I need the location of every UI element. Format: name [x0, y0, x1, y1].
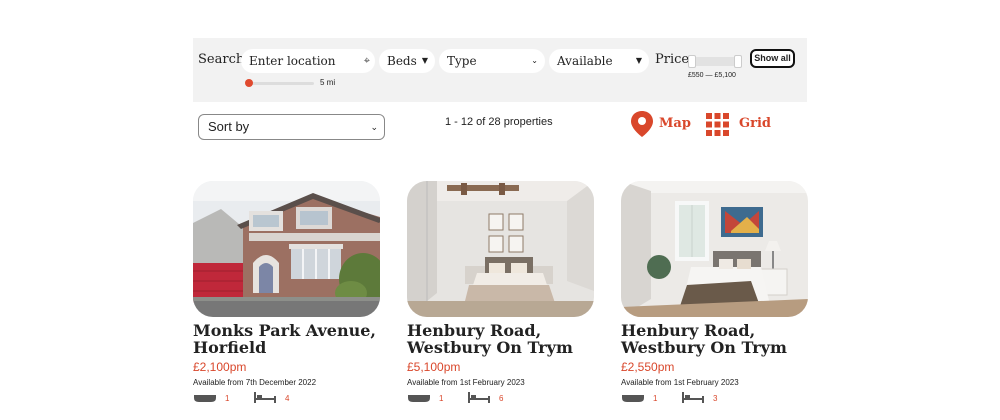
property-availability: Available from 1st February 2023	[407, 378, 525, 387]
grid-icon	[706, 113, 729, 136]
search-label: Search	[198, 52, 245, 67]
bedroom-count: 6	[499, 394, 504, 403]
bathroom-count: 1	[225, 394, 230, 403]
location-input[interactable]: Enter location ⌖	[241, 49, 375, 73]
bathroom-count: 1	[439, 394, 444, 403]
property-price: £2,550pm	[621, 360, 675, 374]
property-photo[interactable]	[407, 181, 594, 317]
radius-slider[interactable]	[245, 79, 314, 87]
bath-icon	[622, 395, 644, 402]
property-price: £2,100pm	[193, 360, 247, 374]
property-features: 1 6	[407, 392, 594, 406]
chevron-down-icon: ⌄	[531, 56, 538, 65]
bathroom-count: 1	[653, 394, 658, 403]
bedroom-count: 3	[713, 394, 718, 403]
price-min-handle[interactable]	[688, 55, 696, 68]
type-select[interactable]: Type ⌄	[439, 49, 545, 73]
property-photo[interactable]	[193, 181, 380, 317]
bed-icon	[468, 392, 490, 403]
bath-icon	[194, 395, 216, 402]
property-title[interactable]: Monks Park Avenue, Horfield	[193, 322, 380, 356]
search-bar: Search Enter location ⌖ Beds ▼ Type ⌄ Av…	[193, 38, 807, 102]
price-max-handle[interactable]	[734, 55, 742, 68]
location-placeholder: Enter location	[249, 54, 336, 68]
property-availability: Available from 1st February 2023	[621, 378, 739, 387]
price-label: Price	[655, 52, 690, 67]
sort-select-label: Sort by	[208, 119, 250, 134]
type-select-label: Type	[447, 54, 477, 68]
beds-select[interactable]: Beds ▼	[379, 49, 435, 73]
bedroom-count: 4	[285, 394, 290, 403]
map-pin-icon	[631, 111, 653, 137]
map-view-label: Map	[659, 116, 691, 131]
grid-view-button[interactable]: Grid	[706, 112, 771, 138]
available-select[interactable]: Available ▼	[549, 49, 649, 73]
property-photo[interactable]	[621, 181, 808, 317]
property-title[interactable]: Henbury Road, Westbury On Trym	[407, 322, 594, 356]
beds-select-label: Beds	[387, 54, 417, 68]
bed-icon	[682, 392, 704, 403]
locate-icon[interactable]: ⌖	[364, 49, 370, 73]
property-features: 1 3	[621, 392, 808, 406]
property-card[interactable]: Henbury Road, Westbury On Trym £2,550pm …	[621, 181, 808, 406]
available-select-label: Available	[557, 54, 613, 68]
show-all-button[interactable]: Show all	[750, 49, 795, 68]
property-card[interactable]: Henbury Road, Westbury On Trym £5,100pm …	[407, 181, 594, 406]
chevron-down-icon: ▼	[421, 56, 428, 65]
result-count: 1 - 12 of 28 properties	[445, 116, 553, 128]
chevron-down-icon: ▼	[635, 56, 642, 65]
bed-icon	[254, 392, 276, 403]
price-slider[interactable]	[688, 55, 742, 68]
sort-select[interactable]: Sort by ⌄	[198, 114, 385, 140]
property-features: 1 4	[193, 392, 380, 406]
chevron-down-icon: ⌄	[370, 122, 378, 132]
map-view-button[interactable]: Map	[630, 110, 691, 140]
property-availability: Available from 7th December 2022	[193, 378, 317, 387]
price-range-text: £550 — £5,100	[688, 72, 736, 79]
radius-value: 5 mi	[320, 78, 336, 87]
grid-view-label: Grid	[739, 116, 771, 131]
bath-icon	[408, 395, 430, 402]
property-price: £5,100pm	[407, 360, 461, 374]
property-card[interactable]: Monks Park Avenue, Horfield £2,100pm Ava…	[193, 181, 380, 406]
property-title[interactable]: Henbury Road, Westbury On Trym	[621, 322, 808, 356]
radius-handle[interactable]	[245, 79, 253, 87]
